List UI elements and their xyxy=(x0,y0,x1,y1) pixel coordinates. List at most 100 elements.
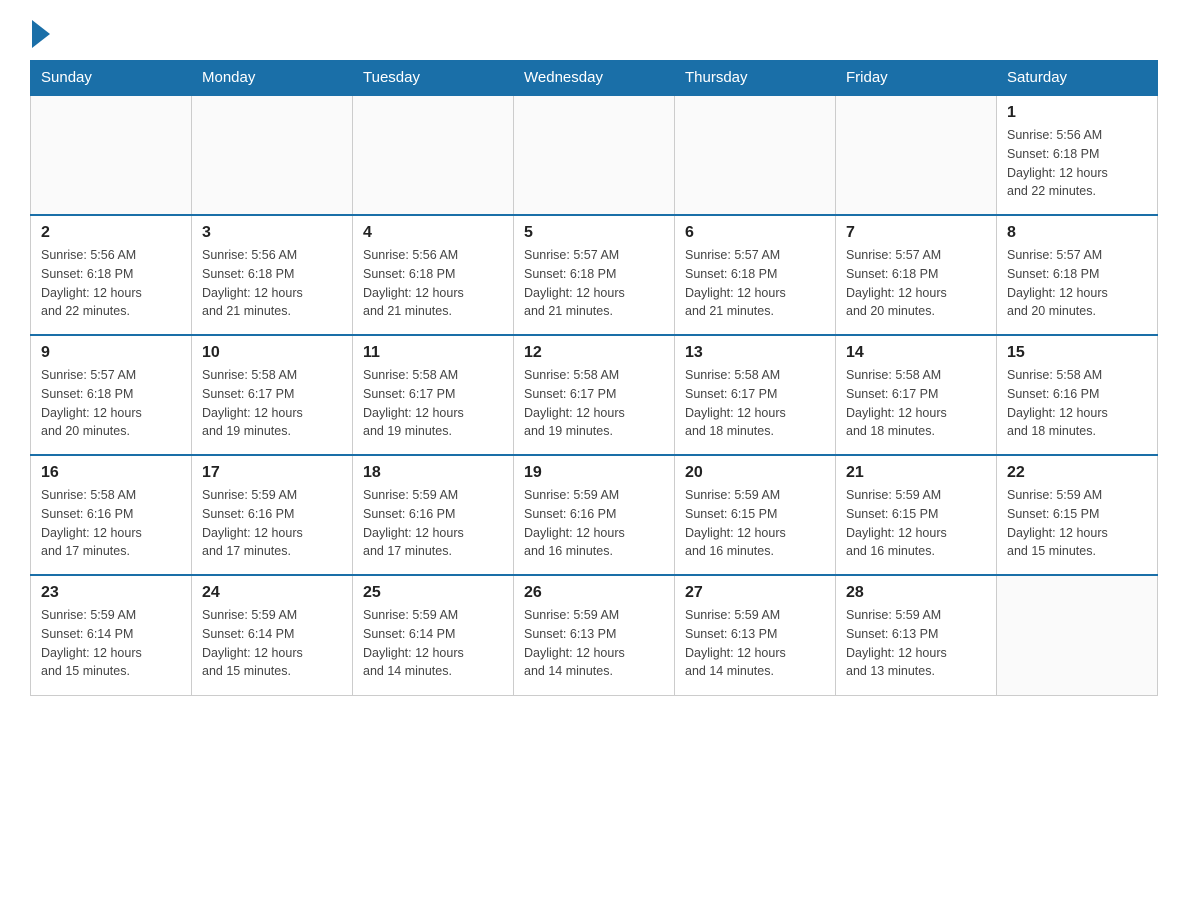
calendar-cell: 20 Sunrise: 5:59 AM Sunset: 6:15 PM Dayli… xyxy=(675,455,836,575)
weekday-header-wednesday: Wednesday xyxy=(514,61,675,96)
weekday-header-tuesday: Tuesday xyxy=(353,61,514,96)
calendar-cell: 11 Sunrise: 5:58 AM Sunset: 6:17 PM Dayli… xyxy=(353,335,514,455)
day-number: 3 xyxy=(202,224,342,242)
day-info: Sunrise: 5:56 AM Sunset: 6:18 PM Dayligh… xyxy=(1007,126,1147,201)
day-info: Sunrise: 5:59 AM Sunset: 6:13 PM Dayligh… xyxy=(524,606,664,681)
day-info: Sunrise: 5:57 AM Sunset: 6:18 PM Dayligh… xyxy=(524,246,664,321)
calendar-cell: 12 Sunrise: 5:58 AM Sunset: 6:17 PM Dayli… xyxy=(514,335,675,455)
calendar-cell: 2 Sunrise: 5:56 AM Sunset: 6:18 PM Daylig… xyxy=(31,215,192,335)
calendar-cell xyxy=(514,95,675,215)
day-number: 17 xyxy=(202,464,342,482)
calendar-cell: 8Sunrise: 5:57 AM Sunset: 6:18 PM Daylig… xyxy=(997,215,1158,335)
day-number: 26 xyxy=(524,584,664,602)
day-number: 11 xyxy=(363,344,503,362)
weekday-header-friday: Friday xyxy=(836,61,997,96)
logo xyxy=(30,20,50,44)
calendar-week-row: 9Sunrise: 5:57 AM Sunset: 6:18 PM Daylig… xyxy=(31,335,1158,455)
calendar-cell xyxy=(836,95,997,215)
day-number: 10 xyxy=(202,344,342,362)
day-number: 12 xyxy=(524,344,664,362)
calendar-cell: 16 Sunrise: 5:58 AM Sunset: 6:16 PM Dayli… xyxy=(31,455,192,575)
calendar-cell: 25Sunrise: 5:59 AM Sunset: 6:14 PM Dayli… xyxy=(353,575,514,695)
day-number: 7 xyxy=(846,224,986,242)
day-info: Sunrise: 5:59 AM Sunset: 6:13 PM Dayligh… xyxy=(846,606,986,681)
day-info: Sunrise: 5:57 AM Sunset: 6:18 PM Dayligh… xyxy=(41,366,181,441)
calendar-cell: 5 Sunrise: 5:57 AM Sunset: 6:18 PM Daylig… xyxy=(514,215,675,335)
day-info: Sunrise: 5:57 AM Sunset: 6:18 PM Dayligh… xyxy=(685,246,825,321)
calendar-cell: 1 Sunrise: 5:56 AM Sunset: 6:18 PM Daylig… xyxy=(997,95,1158,215)
day-number: 13 xyxy=(685,344,825,362)
day-number: 14 xyxy=(846,344,986,362)
day-info: Sunrise: 5:59 AM Sunset: 6:16 PM Dayligh… xyxy=(202,486,342,561)
day-number: 28 xyxy=(846,584,986,602)
calendar-cell: 21 Sunrise: 5:59 AM Sunset: 6:15 PM Dayli… xyxy=(836,455,997,575)
day-info: Sunrise: 5:58 AM Sunset: 6:16 PM Dayligh… xyxy=(1007,366,1147,441)
day-info: Sunrise: 5:59 AM Sunset: 6:13 PM Dayligh… xyxy=(685,606,825,681)
day-info: Sunrise: 5:57 AM Sunset: 6:18 PM Dayligh… xyxy=(846,246,986,321)
calendar-week-row: 1 Sunrise: 5:56 AM Sunset: 6:18 PM Daylig… xyxy=(31,95,1158,215)
calendar-cell: 9Sunrise: 5:57 AM Sunset: 6:18 PM Daylig… xyxy=(31,335,192,455)
day-number: 24 xyxy=(202,584,342,602)
day-info: Sunrise: 5:56 AM Sunset: 6:18 PM Dayligh… xyxy=(202,246,342,321)
weekday-header-sunday: Sunday xyxy=(31,61,192,96)
day-number: 23 xyxy=(41,584,181,602)
logo-arrow-icon xyxy=(32,20,50,48)
calendar-week-row: 16 Sunrise: 5:58 AM Sunset: 6:16 PM Dayli… xyxy=(31,455,1158,575)
day-info: Sunrise: 5:58 AM Sunset: 6:17 PM Dayligh… xyxy=(685,366,825,441)
calendar-cell: 13 Sunrise: 5:58 AM Sunset: 6:17 PM Dayli… xyxy=(675,335,836,455)
weekday-header-monday: Monday xyxy=(192,61,353,96)
day-info: Sunrise: 5:59 AM Sunset: 6:16 PM Dayligh… xyxy=(524,486,664,561)
calendar-cell: 22 Sunrise: 5:59 AM Sunset: 6:15 PM Dayli… xyxy=(997,455,1158,575)
day-number: 4 xyxy=(363,224,503,242)
day-info: Sunrise: 5:58 AM Sunset: 6:17 PM Dayligh… xyxy=(846,366,986,441)
calendar-cell: 26 Sunrise: 5:59 AM Sunset: 6:13 PM Dayli… xyxy=(514,575,675,695)
calendar-cell: 14 Sunrise: 5:58 AM Sunset: 6:17 PM Dayli… xyxy=(836,335,997,455)
calendar-week-row: 23 Sunrise: 5:59 AM Sunset: 6:14 PM Dayli… xyxy=(31,575,1158,695)
day-number: 20 xyxy=(685,464,825,482)
calendar-cell: 10 Sunrise: 5:58 AM Sunset: 6:17 PM Dayli… xyxy=(192,335,353,455)
day-info: Sunrise: 5:58 AM Sunset: 6:17 PM Dayligh… xyxy=(524,366,664,441)
day-info: Sunrise: 5:56 AM Sunset: 6:18 PM Dayligh… xyxy=(41,246,181,321)
calendar-cell xyxy=(675,95,836,215)
day-info: Sunrise: 5:58 AM Sunset: 6:17 PM Dayligh… xyxy=(363,366,503,441)
day-number: 6 xyxy=(685,224,825,242)
calendar-cell: 27 Sunrise: 5:59 AM Sunset: 6:13 PM Dayli… xyxy=(675,575,836,695)
calendar-cell xyxy=(997,575,1158,695)
page-header xyxy=(30,20,1158,44)
day-info: Sunrise: 5:59 AM Sunset: 6:15 PM Dayligh… xyxy=(685,486,825,561)
day-number: 1 xyxy=(1007,104,1147,122)
day-number: 15 xyxy=(1007,344,1147,362)
calendar-cell: 15 Sunrise: 5:58 AM Sunset: 6:16 PM Dayli… xyxy=(997,335,1158,455)
day-info: Sunrise: 5:59 AM Sunset: 6:15 PM Dayligh… xyxy=(1007,486,1147,561)
calendar-cell: 28 Sunrise: 5:59 AM Sunset: 6:13 PM Dayli… xyxy=(836,575,997,695)
day-info: Sunrise: 5:59 AM Sunset: 6:14 PM Dayligh… xyxy=(41,606,181,681)
day-number: 27 xyxy=(685,584,825,602)
calendar-cell: 3 Sunrise: 5:56 AM Sunset: 6:18 PM Daylig… xyxy=(192,215,353,335)
calendar-cell xyxy=(192,95,353,215)
day-number: 22 xyxy=(1007,464,1147,482)
calendar-cell: 7 Sunrise: 5:57 AM Sunset: 6:18 PM Daylig… xyxy=(836,215,997,335)
calendar-header-row: SundayMondayTuesdayWednesdayThursdayFrid… xyxy=(31,61,1158,96)
calendar-table: SundayMondayTuesdayWednesdayThursdayFrid… xyxy=(30,60,1158,696)
calendar-cell: 6 Sunrise: 5:57 AM Sunset: 6:18 PM Daylig… xyxy=(675,215,836,335)
calendar-cell: 24 Sunrise: 5:59 AM Sunset: 6:14 PM Dayli… xyxy=(192,575,353,695)
day-number: 5 xyxy=(524,224,664,242)
day-number: 21 xyxy=(846,464,986,482)
day-info: Sunrise: 5:58 AM Sunset: 6:17 PM Dayligh… xyxy=(202,366,342,441)
day-info: Sunrise: 5:58 AM Sunset: 6:16 PM Dayligh… xyxy=(41,486,181,561)
calendar-cell: 18Sunrise: 5:59 AM Sunset: 6:16 PM Dayli… xyxy=(353,455,514,575)
day-info: Sunrise: 5:56 AM Sunset: 6:18 PM Dayligh… xyxy=(363,246,503,321)
calendar-cell: 19Sunrise: 5:59 AM Sunset: 6:16 PM Dayli… xyxy=(514,455,675,575)
calendar-cell xyxy=(353,95,514,215)
day-number: 18 xyxy=(363,464,503,482)
day-number: 2 xyxy=(41,224,181,242)
calendar-cell xyxy=(31,95,192,215)
day-info: Sunrise: 5:59 AM Sunset: 6:15 PM Dayligh… xyxy=(846,486,986,561)
day-number: 25 xyxy=(363,584,503,602)
calendar-cell: 4 Sunrise: 5:56 AM Sunset: 6:18 PM Daylig… xyxy=(353,215,514,335)
day-info: Sunrise: 5:59 AM Sunset: 6:14 PM Dayligh… xyxy=(202,606,342,681)
calendar-cell: 23 Sunrise: 5:59 AM Sunset: 6:14 PM Dayli… xyxy=(31,575,192,695)
day-number: 16 xyxy=(41,464,181,482)
weekday-header-saturday: Saturday xyxy=(997,61,1158,96)
day-info: Sunrise: 5:57 AM Sunset: 6:18 PM Dayligh… xyxy=(1007,246,1147,321)
